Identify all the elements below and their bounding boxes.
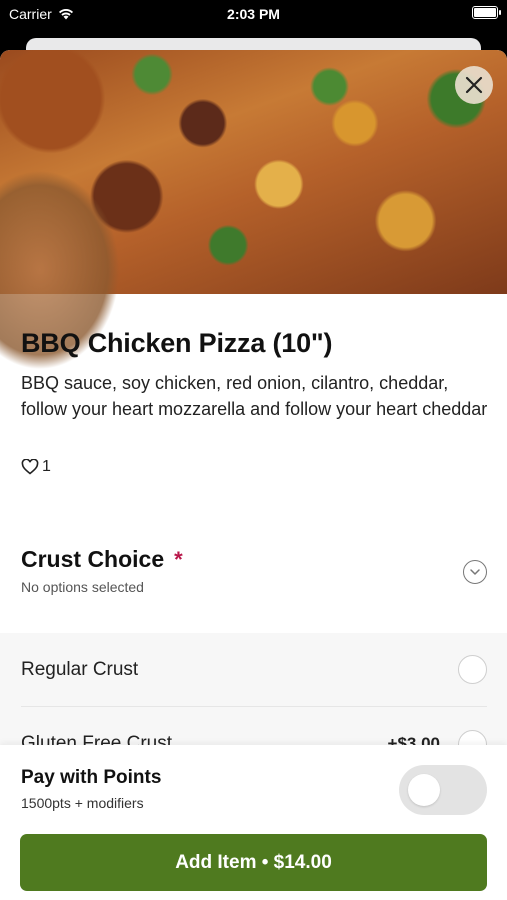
item-modal: BBQ Chicken Pizza (10") BBQ sauce, soy c… <box>0 50 507 900</box>
expand-button[interactable] <box>463 560 487 584</box>
required-indicator: * <box>174 547 183 572</box>
chevron-down-icon <box>470 569 480 575</box>
battery-icon <box>472 6 501 19</box>
checkout-panel: Pay with Points 1500pts + modifiers Add … <box>0 745 507 900</box>
pay-with-points-toggle[interactable] <box>399 765 487 815</box>
screen: Carrier 2:03 PM BBQ Chicken Pizza (10") … <box>0 0 507 900</box>
item-description: BBQ sauce, soy chicken, red onion, cilan… <box>21 373 488 419</box>
option-label: Regular Crust <box>21 658 139 680</box>
radio-button[interactable] <box>458 655 487 684</box>
crust-choice-header[interactable]: Crust Choice * No options selected <box>21 546 487 595</box>
close-button[interactable] <box>455 66 493 104</box>
section-title: Crust Choice <box>21 546 165 572</box>
item-title: BBQ Chicken Pizza (10") <box>21 328 333 358</box>
pay-with-points-title: Pay with Points <box>21 767 162 788</box>
status-time: 2:03 PM <box>227 6 280 22</box>
close-icon <box>465 76 483 94</box>
like-count: 1 <box>42 458 51 475</box>
option-regular-crust[interactable]: Regular Crust <box>21 633 487 707</box>
like-button[interactable]: 1 <box>21 458 51 476</box>
toggle-knob <box>408 774 440 806</box>
status-bar: Carrier 2:03 PM <box>0 0 507 30</box>
pay-with-points-subtitle: 1500pts + modifiers <box>21 795 144 811</box>
section-subtitle: No options selected <box>21 579 144 595</box>
heart-icon <box>21 459 39 475</box>
item-photo <box>0 50 507 370</box>
add-item-button[interactable]: Add Item • $14.00 <box>20 834 487 891</box>
